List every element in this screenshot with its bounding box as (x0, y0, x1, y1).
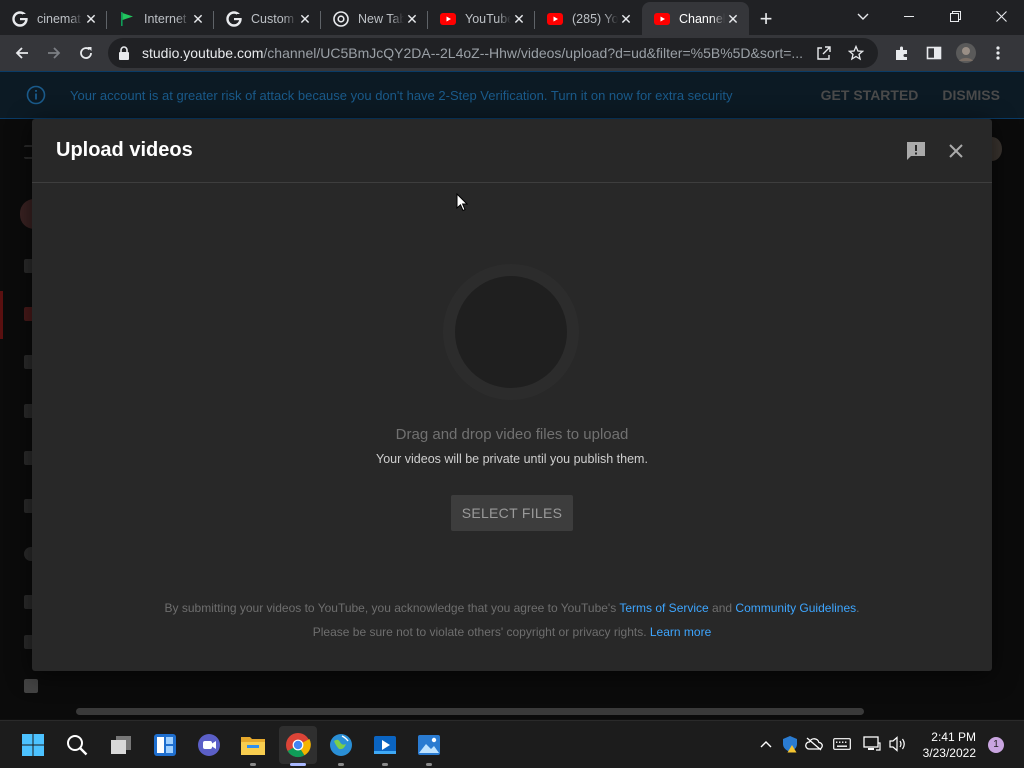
close-tab-icon[interactable]: ✕ (190, 11, 206, 27)
browser-tab[interactable]: Internet ✕ (107, 2, 214, 35)
keyboard-icon[interactable] (832, 734, 852, 754)
feedback-icon[interactable] (904, 139, 928, 163)
file-explorer-icon[interactable] (239, 731, 267, 759)
reload-icon[interactable] (70, 37, 102, 69)
browser-tab-active[interactable]: Channel ✕ (642, 2, 749, 35)
close-window-icon[interactable] (978, 0, 1024, 33)
more-menu-icon[interactable] (982, 37, 1014, 69)
show-hidden-icons-chevron-icon[interactable] (756, 734, 776, 754)
youtube-icon (547, 11, 563, 27)
browser-tab[interactable]: cinemat ✕ (0, 2, 107, 35)
clock-date: 3/23/2022 (922, 746, 976, 760)
widgets-icon[interactable] (151, 731, 179, 759)
restore-icon[interactable] (932, 0, 978, 33)
tab-title: YouTube (465, 11, 511, 26)
cloud-offline-icon[interactable] (804, 734, 824, 754)
extensions-puzzle-icon[interactable] (886, 37, 918, 69)
bookmark-star-icon[interactable] (840, 37, 872, 69)
close-tab-icon[interactable]: ✕ (618, 11, 634, 27)
clock-time: 2:41 PM (931, 730, 976, 744)
security-banner: Your account is at greater risk of attac… (0, 71, 1024, 119)
globe-app-icon[interactable] (327, 731, 355, 759)
google-icon (12, 10, 28, 27)
url-text: studio.youtube.com/channel/UC5BmJcQY2DA-… (142, 45, 804, 61)
tab-title: Custom (251, 11, 295, 26)
close-tab-icon[interactable]: ✕ (404, 11, 420, 27)
profile-avatar[interactable] (950, 37, 982, 69)
network-icon[interactable] (862, 734, 882, 754)
tab-title: cinemat (37, 11, 81, 26)
tab-title: New Tab (358, 11, 404, 26)
share-icon[interactable] (808, 37, 840, 69)
task-view-icon[interactable] (107, 731, 135, 759)
legal-notice: By submitting your videos to YouTube, yo… (164, 601, 860, 615)
lock-icon[interactable] (118, 46, 134, 60)
browser-toolbar: studio.youtube.com/channel/UC5BmJcQY2DA-… (0, 35, 1024, 71)
browser-tab[interactable]: New Tab ✕ (321, 2, 428, 35)
youtube-icon (440, 11, 456, 27)
close-icon[interactable] (944, 139, 968, 163)
address-bar[interactable]: studio.youtube.com/channel/UC5BmJcQY2DA-… (108, 38, 878, 68)
community-guidelines-link[interactable]: Community Guidelines (735, 601, 856, 615)
forward-arrow-icon[interactable] (38, 37, 70, 69)
browser-tab[interactable]: (285) Yo ✕ (535, 2, 642, 35)
window-controls (840, 0, 1024, 33)
tab-title: Internet (144, 11, 187, 26)
system-clock[interactable]: 2:41 PM 3/23/2022 (923, 729, 976, 761)
close-tab-icon[interactable]: ✕ (725, 11, 741, 27)
close-tab-icon[interactable]: ✕ (83, 11, 99, 27)
feedback-icon (24, 679, 38, 693)
select-files-button[interactable]: SELECT FILES (451, 495, 573, 531)
private-notice-text: Your videos will be private until you pu… (376, 452, 648, 466)
volume-icon[interactable] (888, 734, 908, 754)
drag-drop-text: Drag and drop video files to upload (395, 426, 629, 443)
dialog-title: Upload videos (56, 139, 193, 161)
side-panel-icon[interactable] (918, 37, 950, 69)
close-tab-icon[interactable]: ✕ (511, 11, 527, 27)
upload-drop-zone-icon[interactable] (443, 264, 579, 400)
google-icon (226, 10, 242, 27)
photos-icon[interactable] (415, 731, 443, 759)
video-editor-icon[interactable] (371, 731, 399, 759)
browser-tab[interactable]: YouTube ✕ (428, 2, 535, 35)
browser-tab[interactable]: Custom ✕ (214, 2, 321, 35)
copyright-notice: Please be sure not to violate others' co… (312, 625, 712, 639)
minimize-icon[interactable] (886, 0, 932, 33)
tab-strip: cinemat ✕ Internet ✕ Custom ✕ New Tab ✕ … (0, 0, 1024, 35)
close-tab-icon[interactable]: ✕ (297, 11, 313, 27)
tab-title: Channel (679, 11, 725, 26)
search-icon[interactable] (63, 731, 91, 759)
new-tab-button[interactable]: + (749, 2, 783, 35)
teams-chat-icon[interactable] (195, 731, 223, 759)
windows-taskbar: 2:41 PM 3/23/2022 1 (0, 720, 1024, 768)
windows-start-icon[interactable] (19, 731, 47, 759)
security-warning-icon[interactable] (780, 734, 800, 754)
chrome-icon (333, 10, 349, 27)
youtube-icon (654, 11, 670, 27)
banner-message: Your account is at greater risk of attac… (70, 87, 733, 103)
back-arrow-icon[interactable] (6, 37, 38, 69)
horizontal-scrollbar[interactable] (76, 708, 864, 715)
terms-of-service-link[interactable]: Terms of Service (619, 601, 708, 615)
chrome-taskbar-icon[interactable] (279, 726, 317, 764)
mouse-cursor-icon (456, 192, 469, 217)
green-flag-icon (119, 11, 135, 27)
get-started-button[interactable]: GET STARTED (821, 87, 919, 103)
upload-videos-dialog: Upload videos Drag and drop video files … (32, 119, 992, 671)
notification-badge[interactable]: 1 (988, 737, 1004, 753)
info-icon (24, 83, 48, 107)
learn-more-link[interactable]: Learn more (650, 625, 711, 639)
tab-search-icon[interactable] (840, 0, 886, 33)
tab-title: (285) Yo (572, 11, 618, 26)
dialog-header: Upload videos (32, 119, 992, 183)
dismiss-button[interactable]: DISMISS (942, 87, 1000, 103)
